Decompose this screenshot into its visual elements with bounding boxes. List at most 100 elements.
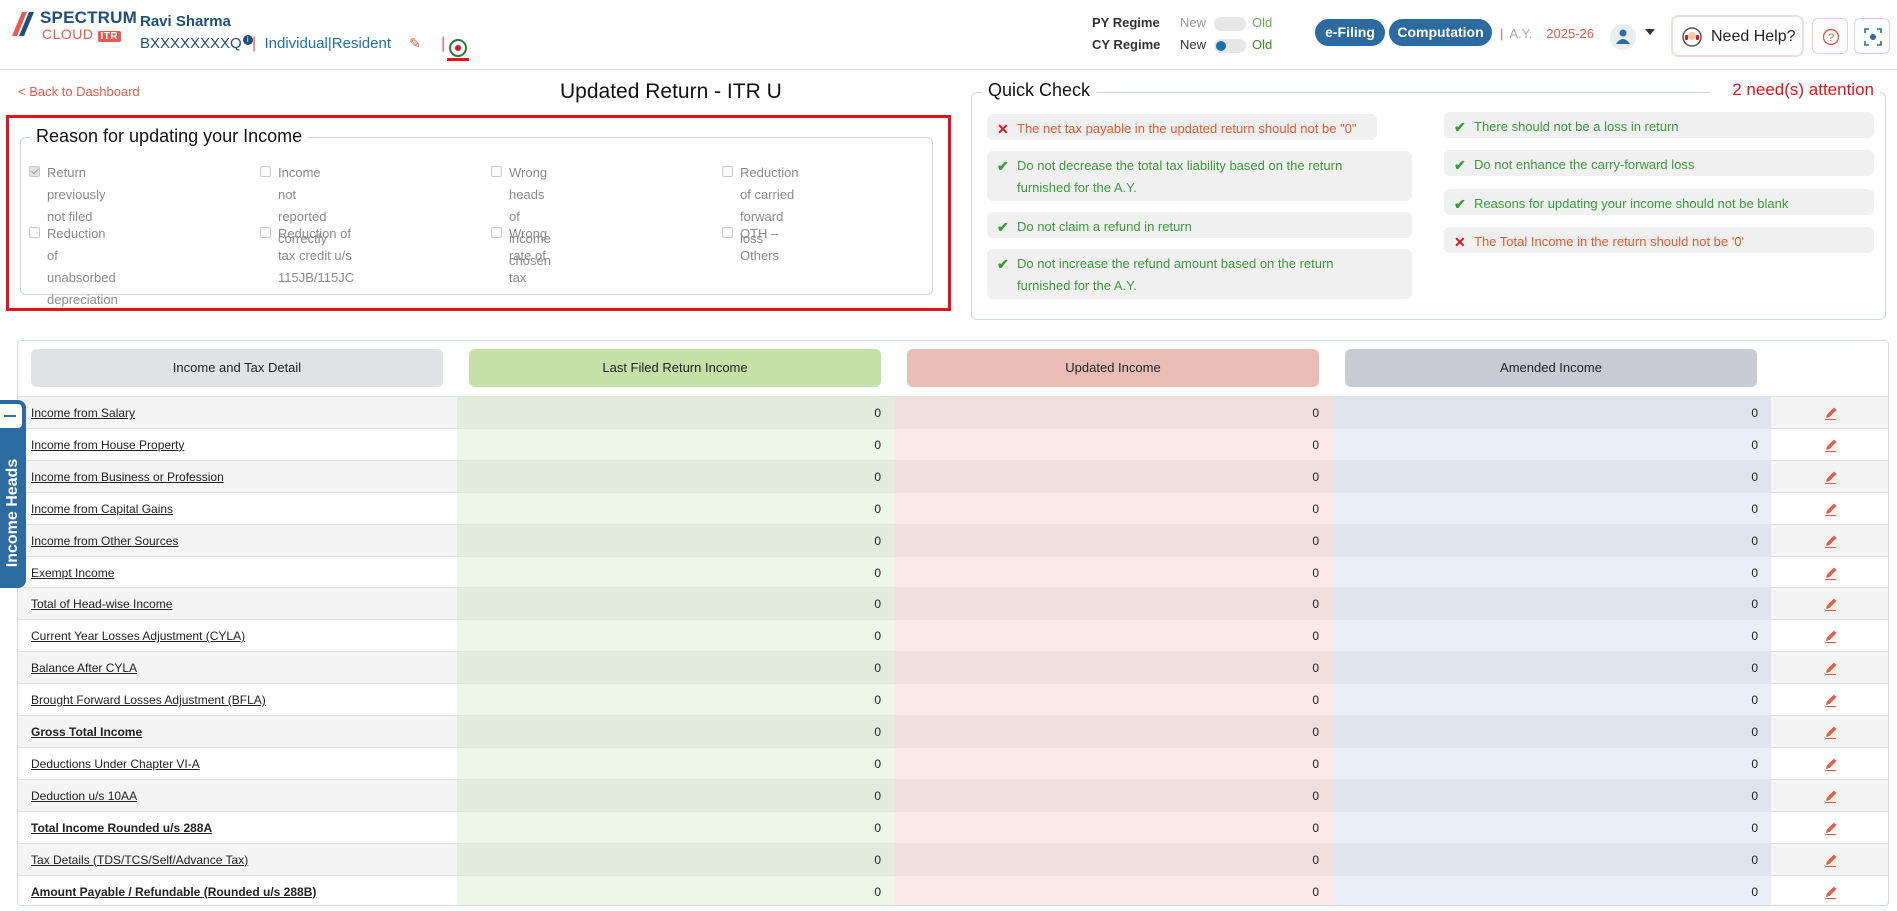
row-label-link[interactable]: Deduction u/s 10AA (31, 789, 137, 803)
row-label-link[interactable]: Exempt Income (31, 566, 114, 580)
row-label-link[interactable]: Brought Forward Losses Adjustment (BFLA) (31, 693, 266, 707)
efiling-button[interactable]: e-Filing (1315, 19, 1385, 46)
spectrum-logo[interactable]: SPECTRUM CLOUD ITR (12, 8, 137, 44)
row-label-link[interactable]: Income from Capital Gains (31, 502, 173, 516)
checkbox[interactable] (491, 227, 502, 238)
amended-value: 0 (1751, 725, 1758, 739)
amended-value: 0 (1751, 597, 1758, 612)
last-filed-value: 0 (874, 693, 881, 708)
py-regime-toggle[interactable] (1214, 16, 1246, 31)
check-icon: ✔ (1454, 119, 1466, 135)
scan-button[interactable] (1854, 18, 1890, 54)
edit-pencil-icon[interactable] (1823, 660, 1839, 676)
updated-value: 0 (1312, 437, 1319, 452)
last-filed-value: 0 (874, 406, 881, 420)
edit-pencil-icon[interactable] (1823, 501, 1839, 517)
checkbox[interactable] (260, 166, 271, 177)
row-label-link[interactable]: Tax Details (TDS/TCS/Self/Advance Tax) (31, 853, 248, 867)
last-filed-value: 0 (874, 725, 881, 739)
brand-badge: ITR (97, 31, 122, 42)
row-label-link[interactable]: Balance After CYLA (31, 661, 137, 675)
py-regime-label: PY Regime (1092, 15, 1160, 30)
assessment-year: | A.Y. 2025-26 (1500, 26, 1594, 41)
income-heads-tab[interactable]: Income Heads (0, 400, 26, 588)
last-filed-value: 0 (874, 661, 881, 676)
edit-pencil-icon[interactable] (1823, 405, 1839, 421)
table-row: Gross Total Income 0 0 0 (18, 715, 1888, 747)
check-icon: ✔ (1454, 157, 1466, 173)
quick-check-legend: Quick Check (982, 80, 1097, 101)
edit-pencil-icon[interactable] (1823, 596, 1839, 612)
brand-sub: CLOUD ITR (42, 27, 122, 44)
edit-pencil-icon[interactable] (1823, 756, 1839, 772)
last-filed-value: 0 (874, 884, 881, 899)
table-row: Income from Other Sources 0 0 0 (18, 523, 1888, 556)
edit-pencil-icon[interactable] (1823, 724, 1839, 740)
edit-pencil-icon[interactable] (1823, 788, 1839, 804)
checkbox[interactable] (29, 227, 40, 238)
checkbox[interactable] (260, 227, 271, 238)
edit-profile-icon[interactable]: ✎ (409, 35, 421, 51)
avatar[interactable] (1610, 24, 1636, 50)
edit-pencil-icon[interactable] (1823, 692, 1839, 708)
updated-value: 0 (1312, 852, 1319, 867)
edit-pencil-icon[interactable] (1823, 884, 1839, 900)
income-heads-label: Income Heads (4, 458, 21, 568)
row-label-link[interactable]: Current Year Losses Adjustment (CYLA) (31, 629, 245, 643)
py-regime-row: PY Regime New Old (1092, 15, 1273, 31)
updated-value: 0 (1312, 788, 1319, 803)
row-label-link[interactable]: Income from Other Sources (31, 534, 178, 548)
amended-value: 0 (1751, 501, 1758, 516)
last-filed-value: 0 (874, 852, 881, 867)
top-header: SPECTRUM CLOUD ITR Ravi Sharma BXXXXXXXXQ… (0, 0, 1897, 70)
amended-value: 0 (1751, 437, 1758, 452)
row-label-link[interactable]: Income from Business or Profession (31, 470, 224, 484)
cross-icon: ✕ (997, 121, 1009, 137)
checkbox[interactable] (29, 166, 40, 177)
updated-value: 0 (1312, 756, 1319, 771)
check-icon: ✔ (1454, 196, 1466, 212)
checkbox[interactable] (722, 227, 733, 238)
table-row: Exempt Income 0 0 0 (18, 555, 1888, 588)
table-row: Income from House Property 0 0 0 (18, 427, 1888, 460)
edit-pencil-icon[interactable] (1823, 469, 1839, 485)
amended-value: 0 (1751, 756, 1758, 771)
amended-value: 0 (1751, 661, 1758, 676)
check-item: ✔ Do not claim a refund in return (987, 212, 1412, 238)
amended-value: 0 (1751, 533, 1758, 548)
checkbox[interactable] (722, 166, 733, 177)
last-filed-value: 0 (874, 756, 881, 771)
cy-regime-toggle[interactable] (1214, 38, 1246, 53)
collapse-icon[interactable] (0, 404, 22, 428)
row-label-link[interactable]: Income from Salary (31, 406, 135, 420)
amended-value: 0 (1751, 788, 1758, 803)
faq-button[interactable]: ? (1812, 18, 1848, 54)
row-label-link[interactable]: Total Income Rounded u/s 288A (31, 821, 212, 835)
question-icon: ? (1822, 28, 1840, 46)
checkbox[interactable] (491, 166, 502, 177)
updated-value: 0 (1312, 406, 1319, 420)
edit-pencil-icon[interactable] (1823, 565, 1839, 581)
row-label-link[interactable]: Gross Total Income (31, 725, 142, 739)
check-item: ✕ The Total Income in the return should n… (1444, 227, 1874, 253)
cy-regime-row: CY Regime New Old (1092, 37, 1273, 53)
table-row: Current Year Losses Adjustment (CYLA) 0 0 0 (18, 619, 1888, 651)
row-label-link[interactable]: Amount Payable / Refundable (Rounded u/s… (31, 885, 316, 899)
edit-pencil-icon[interactable] (1823, 533, 1839, 549)
row-label-link[interactable]: Income from House Property (31, 438, 184, 452)
back-to-dashboard-link[interactable]: < Back to Dashboard (18, 84, 140, 99)
check-item: ✔ Do not decrease the total tax liability… (987, 151, 1412, 201)
cross-icon: ✕ (1454, 234, 1466, 250)
chevron-down-icon[interactable] (1645, 29, 1655, 35)
edit-pencil-icon[interactable] (1823, 820, 1839, 836)
row-label-link[interactable]: Deductions Under Chapter VI-A (31, 757, 200, 771)
updated-value: 0 (1312, 597, 1319, 612)
edit-pencil-icon[interactable] (1823, 437, 1839, 453)
edit-pencil-icon[interactable] (1823, 852, 1839, 868)
emblem-icon (447, 39, 469, 61)
need-help-button[interactable]: Need Help? (1671, 15, 1804, 57)
computation-button[interactable]: Computation (1389, 19, 1492, 46)
updated-value: 0 (1312, 661, 1319, 676)
row-label-link[interactable]: Total of Head-wise Income (31, 597, 172, 611)
edit-pencil-icon[interactable] (1823, 628, 1839, 644)
